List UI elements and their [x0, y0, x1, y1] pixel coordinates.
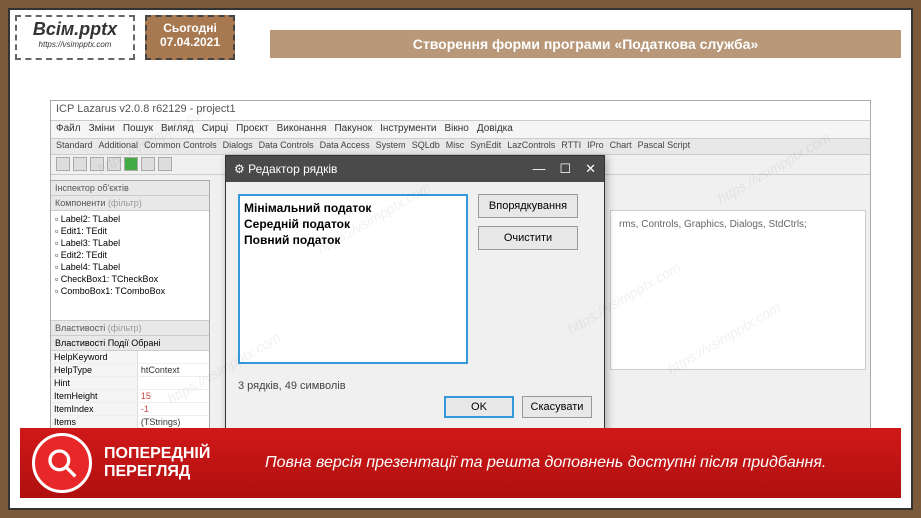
- source-editor[interactable]: rms, Controls, Graphics, Dialogs, StdCtr…: [610, 210, 866, 370]
- date-value: 07.04.2021: [147, 35, 233, 49]
- clear-button[interactable]: Очистити: [478, 226, 578, 250]
- palette-tab[interactable]: IPro: [587, 140, 604, 150]
- preview-message: Повна версія презентації та решта доповн…: [210, 454, 901, 472]
- component-tree[interactable]: ▫ Label2: TLabel▫ Edit1: TEdit▫ Label3: …: [51, 211, 209, 321]
- palette-tab[interactable]: RTTI: [561, 140, 581, 150]
- toolbar-button[interactable]: [73, 157, 87, 171]
- code-fragment: rms, Controls, Graphics, Dialogs, StdCtr…: [619, 219, 807, 230]
- menu-item[interactable]: Інструменти: [380, 123, 436, 134]
- sort-button[interactable]: Впорядкування: [478, 194, 578, 218]
- inspector-title: Інспектор об'єктів: [51, 181, 209, 196]
- menu-item[interactable]: Вікно: [445, 123, 469, 134]
- dialog-title: Редактор рядків: [248, 162, 337, 176]
- toolbar-button[interactable]: [158, 157, 172, 171]
- menu-item[interactable]: Виконання: [277, 123, 327, 134]
- property-row[interactable]: ItemIndex-1: [51, 403, 209, 416]
- menu-item[interactable]: Вигляд: [161, 123, 194, 134]
- date-label: Сьогодні: [147, 21, 233, 35]
- maximize-icon[interactable]: ☐: [559, 161, 571, 177]
- menu-item[interactable]: Проєкт: [236, 123, 268, 134]
- date-badge: Сьогодні 07.04.2021: [145, 15, 235, 60]
- tree-item[interactable]: ▫ CheckBox1: TCheckBox: [53, 273, 207, 285]
- tree-item[interactable]: ▫ Edit1: TEdit: [53, 225, 207, 237]
- palette-tab[interactable]: SQLdb: [412, 140, 440, 150]
- close-icon[interactable]: ✕: [585, 161, 596, 177]
- component-palette-tabs[interactable]: Standard Additional Common Controls Dialogs…: [51, 139, 870, 155]
- ok-button[interactable]: OK: [444, 396, 514, 418]
- logo-url: https://vsimpptx.com: [17, 40, 133, 49]
- property-row[interactable]: HelpTypehtContext: [51, 364, 209, 377]
- minimize-icon[interactable]: —: [532, 161, 545, 177]
- main-menu[interactable]: Файл Зміни Пошук Вигляд Сирці Проєкт Виконання…: [51, 121, 870, 139]
- logo-badge: Всім.pptx https://vsimpptx.com: [15, 15, 135, 60]
- tree-item[interactable]: ▫ ComboBox1: TComboBox: [53, 285, 207, 297]
- palette-tab[interactable]: Pascal Script: [638, 140, 691, 150]
- toolbar-button[interactable]: [141, 157, 155, 171]
- palette-tab[interactable]: Additional: [99, 140, 139, 150]
- menu-item[interactable]: Файл: [56, 123, 81, 134]
- strings-textarea[interactable]: Мінімальний податокСередній податокПовни…: [238, 194, 468, 364]
- string-editor-dialog: ⚙ Редактор рядків — ☐ ✕ Мінімальний пода…: [225, 155, 605, 445]
- palette-tab[interactable]: Standard: [56, 140, 93, 150]
- logo-text: Всім.pptx: [17, 19, 133, 40]
- list-line: Повний податок: [244, 232, 462, 248]
- palette-tab[interactable]: Common Controls: [144, 140, 217, 150]
- list-line: Середній податок: [244, 216, 462, 232]
- palette-tab[interactable]: System: [376, 140, 406, 150]
- preview-label: ПОПЕРЕДНІЙ ПЕРЕГЛЯД: [104, 445, 210, 480]
- palette-tab[interactable]: LazControls: [507, 140, 555, 150]
- menu-item[interactable]: Пошук: [123, 123, 153, 134]
- run-button[interactable]: [124, 157, 138, 171]
- dialog-status: 3 рядків, 49 символів: [226, 376, 604, 396]
- slide-title: Створення форми програми «Податкова служ…: [270, 30, 901, 58]
- palette-tab[interactable]: SynEdit: [470, 140, 501, 150]
- property-row[interactable]: Hint: [51, 377, 209, 390]
- cancel-button[interactable]: Скасувати: [522, 396, 592, 418]
- property-tabs[interactable]: Властивості Події Обрані: [51, 336, 209, 351]
- tree-item[interactable]: ▫ Edit2: TEdit: [53, 249, 207, 261]
- tree-item[interactable]: ▫ Label4: TLabel: [53, 261, 207, 273]
- preview-banner: ПОПЕРЕДНІЙ ПЕРЕГЛЯД Повна версія презент…: [20, 428, 901, 498]
- palette-tab[interactable]: Misc: [446, 140, 465, 150]
- menu-item[interactable]: Пакунок: [334, 123, 372, 134]
- dialog-titlebar[interactable]: ⚙ Редактор рядків — ☐ ✕: [226, 156, 604, 182]
- window-title: ICP Lazarus v2.0.8 r62129 - project1: [51, 101, 870, 121]
- list-line: Мінімальний податок: [244, 200, 462, 216]
- properties-header: Властивості (фільтр): [51, 321, 209, 336]
- menu-item[interactable]: Зміни: [89, 123, 115, 134]
- magnifier-icon: [32, 433, 92, 493]
- menu-item[interactable]: Сирці: [202, 123, 228, 134]
- menu-item[interactable]: Довідка: [477, 123, 513, 134]
- toolbar-button[interactable]: [56, 157, 70, 171]
- tree-item[interactable]: ▫ Label2: TLabel: [53, 213, 207, 225]
- palette-tab[interactable]: Dialogs: [223, 140, 253, 150]
- toolbar-button[interactable]: [107, 157, 121, 171]
- property-row[interactable]: HelpKeyword: [51, 351, 209, 364]
- toolbar-button[interactable]: [90, 157, 104, 171]
- palette-tab[interactable]: Data Access: [320, 140, 370, 150]
- property-row[interactable]: ItemHeight15: [51, 390, 209, 403]
- components-header: Компоненти (фільтр): [51, 196, 209, 211]
- palette-tab[interactable]: Data Controls: [259, 140, 314, 150]
- tree-item[interactable]: ▫ Label3: TLabel: [53, 237, 207, 249]
- palette-tab[interactable]: Chart: [610, 140, 632, 150]
